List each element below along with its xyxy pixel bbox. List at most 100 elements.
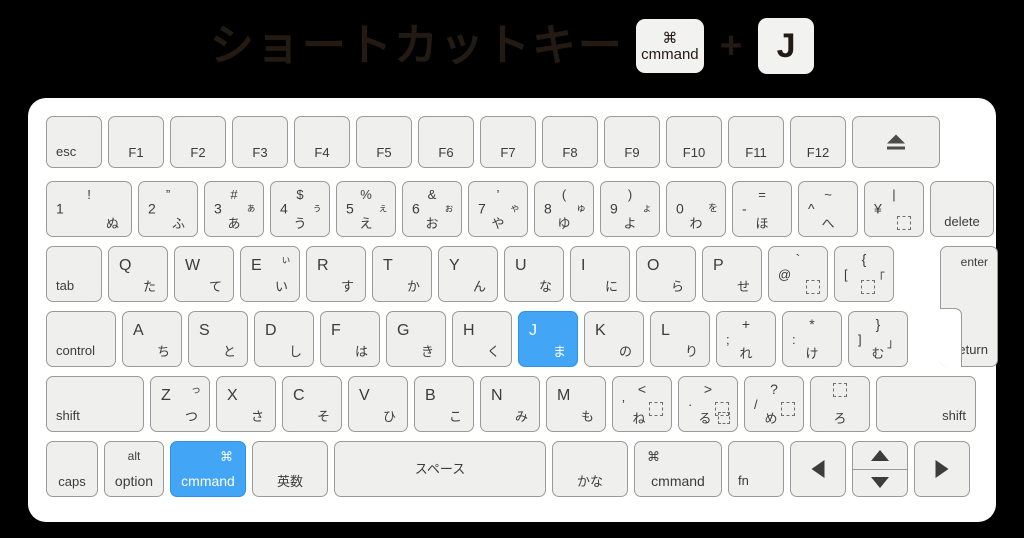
function-row: esc F1 F2 F3 F4 F5 F6 F7 F8 F9 F10 F11 F… [46, 116, 946, 168]
key-n[interactable]: N み [480, 376, 540, 432]
key-command-left-highlighted[interactable]: ⌘ cmmand [170, 441, 246, 497]
key-o[interactable]: O ら [636, 246, 696, 302]
key-s[interactable]: S と [188, 311, 248, 367]
key-7[interactable]: ’ 7 ゃ や [468, 181, 528, 237]
key-symbol: ’ [496, 187, 500, 202]
key-delete[interactable]: delete [930, 181, 994, 237]
key-label: delete [944, 214, 980, 229]
key-number: 2 [148, 200, 156, 217]
key-1[interactable]: ! 1 ぬ [46, 181, 132, 237]
key-number: 1 [56, 200, 64, 217]
key-label: 英数 [276, 474, 303, 489]
key-minus[interactable]: = - ほ [732, 181, 792, 237]
key-w[interactable]: W て [174, 246, 234, 302]
key-c[interactable]: C そ [282, 376, 342, 432]
key-f9[interactable]: F9 [604, 116, 660, 168]
key-comma[interactable]: < ’ ね [612, 376, 672, 432]
key-kana: ひ [382, 409, 396, 424]
key-f4[interactable]: F4 [294, 116, 350, 168]
key-shift-right[interactable]: shift [876, 376, 976, 432]
arrow-down-half[interactable] [853, 470, 907, 497]
key-eject[interactable] [852, 116, 940, 168]
key-v[interactable]: V ひ [348, 376, 408, 432]
key-e[interactable]: E ぃ い [240, 246, 300, 302]
key-h[interactable]: H く [452, 311, 512, 367]
key-3[interactable]: # 3 ぁ あ [204, 181, 264, 237]
key-caret[interactable]: ~ ^ へ [798, 181, 858, 237]
key-f7[interactable]: F7 [480, 116, 536, 168]
key-kana: な [538, 279, 552, 294]
key-semicolon[interactable]: + ; れ [716, 311, 776, 367]
key-k[interactable]: K の [584, 311, 644, 367]
key-kana: と [222, 344, 236, 359]
command-glyph-icon: ⌘ [662, 29, 678, 47]
key-f10[interactable]: F10 [666, 116, 722, 168]
key-m[interactable]: M も [546, 376, 606, 432]
key-9[interactable]: ) 9 ょ よ [600, 181, 660, 237]
key-r[interactable]: R す [306, 246, 366, 302]
key-at[interactable]: ` @ [768, 246, 828, 302]
key-kana: ぬ [105, 216, 119, 231]
key-6[interactable]: & 6 ぉ お [402, 181, 462, 237]
key-colon[interactable]: * : け [782, 311, 842, 367]
key-bracket-left[interactable]: { [ 「 [834, 246, 894, 302]
key-f5[interactable]: F5 [356, 116, 412, 168]
key-d[interactable]: D し [254, 311, 314, 367]
key-u[interactable]: U な [504, 246, 564, 302]
key-caps[interactable]: caps [46, 441, 98, 497]
key-kana-missing-glyph [806, 280, 820, 294]
key-f12[interactable]: F12 [790, 116, 846, 168]
key-i[interactable]: I に [570, 246, 630, 302]
key-l[interactable]: L り [650, 311, 710, 367]
key-f[interactable]: F は [320, 311, 380, 367]
key-0[interactable]: 0 を わ [666, 181, 726, 237]
key-p[interactable]: P せ [702, 246, 762, 302]
key-arrow-right[interactable] [914, 441, 970, 497]
key-g[interactable]: G き [386, 311, 446, 367]
key-fn[interactable]: fn [728, 441, 784, 497]
key-8[interactable]: ( 8 ゅ ゆ [534, 181, 594, 237]
key-symbol-upper: ` [795, 251, 801, 267]
key-tab[interactable]: tab [46, 246, 102, 302]
key-q[interactable]: Q た [108, 246, 168, 302]
key-x[interactable]: X さ [216, 376, 276, 432]
key-f2[interactable]: F2 [170, 116, 226, 168]
key-symbol: ) [627, 187, 633, 202]
key-f1[interactable]: F1 [108, 116, 164, 168]
key-label: cmmand [181, 473, 235, 489]
key-space[interactable]: スペース [334, 441, 546, 497]
key-5[interactable]: % 5 ぇ え [336, 181, 396, 237]
key-control[interactable]: control [46, 311, 116, 367]
key-b[interactable]: B こ [414, 376, 474, 432]
arrow-up-half[interactable] [853, 442, 907, 469]
key-j-highlighted[interactable]: J ま [518, 311, 578, 367]
key-arrow-up-down[interactable] [852, 441, 908, 497]
key-2[interactable]: ” 2 ふ [138, 181, 198, 237]
key-kana[interactable]: かな [552, 441, 628, 497]
key-a[interactable]: A ち [122, 311, 182, 367]
key-shift-left[interactable]: shift [46, 376, 144, 432]
key-slash[interactable]: ? / め [744, 376, 804, 432]
key-t[interactable]: T か [372, 246, 432, 302]
key-esc[interactable]: esc [46, 116, 102, 168]
key-period[interactable]: > · る [678, 376, 738, 432]
key-y[interactable]: Y ん [438, 246, 498, 302]
key-f8[interactable]: F8 [542, 116, 598, 168]
key-f11[interactable]: F11 [728, 116, 784, 168]
key-kana: は [354, 344, 368, 359]
key-symbol: = [758, 187, 766, 202]
key-f6[interactable]: F6 [418, 116, 474, 168]
key-f3[interactable]: F3 [232, 116, 288, 168]
key-eisu[interactable]: 英数 [252, 441, 328, 497]
key-4[interactable]: $ 4 ぅ う [270, 181, 330, 237]
key-command-right[interactable]: ⌘ cmmand [634, 441, 722, 497]
key-yen[interactable]: | ¥ [864, 181, 924, 237]
key-enter[interactable]: enter return [940, 246, 998, 367]
key-bracket-right[interactable]: } ] 」 む [848, 311, 908, 367]
key-z[interactable]: Z っ つ [150, 376, 210, 432]
key-arrow-left[interactable] [790, 441, 846, 497]
key-option[interactable]: alt option [104, 441, 164, 497]
key-number: ¥ [874, 200, 882, 217]
key-ro[interactable]: ろ [810, 376, 870, 432]
shortcut-diagram: ショートカットキー ⌘ cmmand + J esc F1 F2 F3 F4 F… [0, 0, 1024, 538]
